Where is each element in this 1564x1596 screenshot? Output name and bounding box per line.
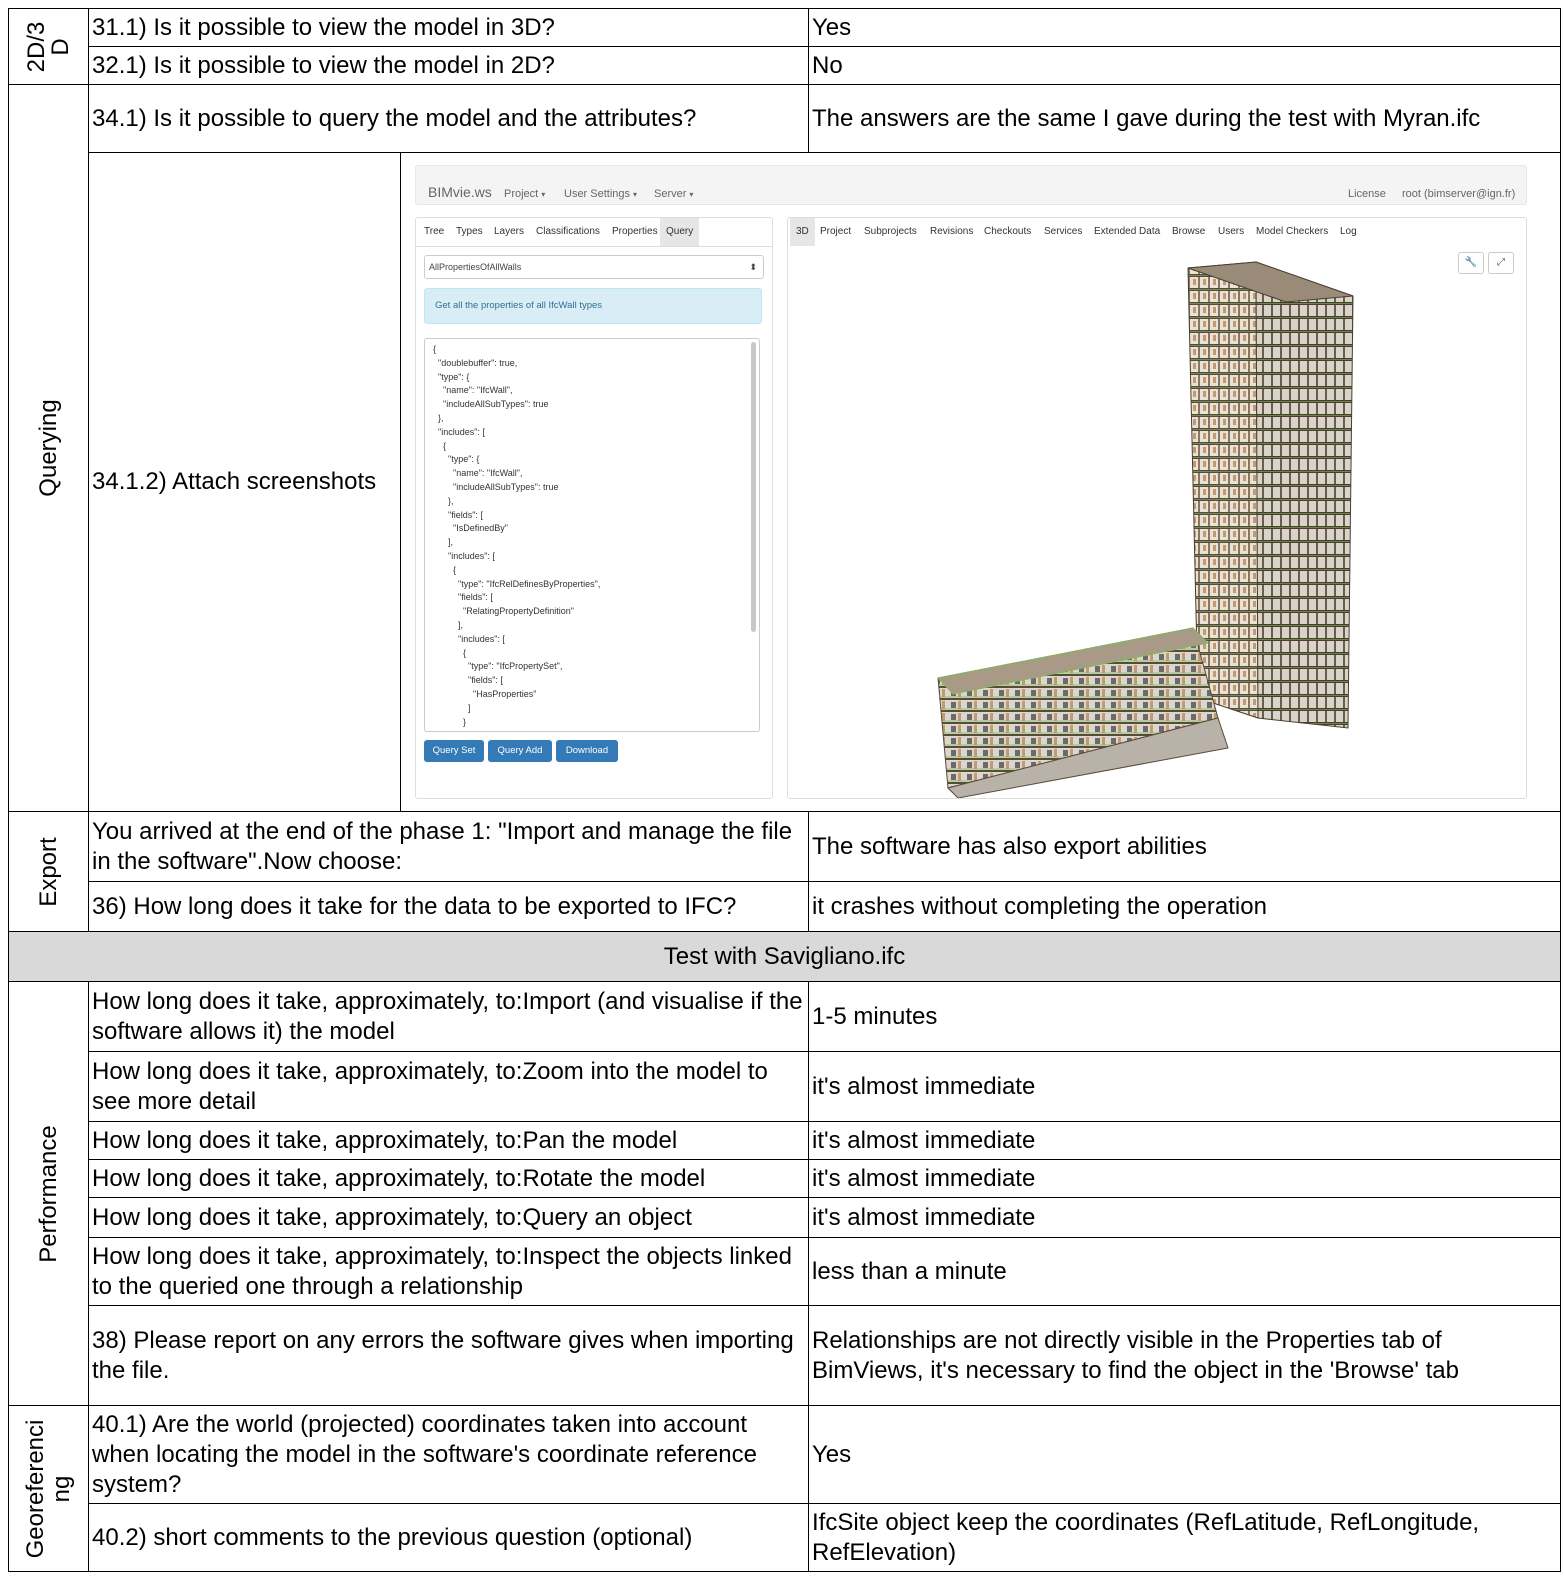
license-link[interactable]: License: [1348, 179, 1386, 209]
question-40-1: 40.1) Are the world (projected) coordina…: [88, 1405, 809, 1504]
tab-layers[interactable]: Layers: [488, 218, 530, 246]
building-3d-model[interactable]: [788, 218, 1526, 798]
caret-down-icon: ▾: [541, 190, 546, 199]
user-menu[interactable]: root (bimserver@ign.fr): [1402, 179, 1515, 209]
menu-server[interactable]: Server ▾: [654, 179, 693, 210]
bimviews-screenshot: BIMvie.ws Project ▾ User Settings ▾ Server…: [401, 153, 1535, 811]
section-export: Export: [8, 811, 89, 932]
menu-project[interactable]: Project ▾: [504, 179, 545, 210]
question-32: 32.1) Is it possible to view the model i…: [88, 46, 809, 85]
answer-34: The answers are the same I gave during t…: [808, 84, 1561, 153]
section-performance: Performance: [8, 981, 89, 1406]
perf-question-zoom: How long does it take, approximately, to…: [88, 1051, 809, 1122]
section-georeferencing-label: Georeferenci ng: [21, 1419, 75, 1558]
tab-types[interactable]: Types: [450, 218, 489, 246]
section-querying: Querying: [8, 84, 89, 812]
perf-answer-pan: it's almost immediate: [808, 1121, 1561, 1160]
caret-down-icon: ▾: [633, 190, 638, 199]
query-json-text: { "doublebuffer": true, "type": { "name"…: [433, 344, 601, 727]
menu-user-settings[interactable]: User Settings ▾: [564, 179, 637, 210]
question-38: 38) Please report on any errors the soft…: [88, 1305, 809, 1406]
perf-answer-query: it's almost immediate: [808, 1197, 1561, 1238]
question-34-1-2: 34.1.2) Attach screenshots: [88, 152, 401, 812]
caret-down-icon: ▾: [689, 190, 694, 199]
answer-36: it crashes without completing the operat…: [808, 881, 1561, 932]
query-select[interactable]: AllPropertiesOfAllWalls ⬍: [424, 255, 764, 279]
query-add-button[interactable]: Query Add: [488, 740, 552, 762]
perf-answer-inspect: less than a minute: [808, 1237, 1561, 1306]
perf-question-pan: How long does it take, approximately, to…: [88, 1121, 809, 1160]
tab-tree[interactable]: Tree: [418, 218, 450, 246]
query-panel: Tree Types Layers Classifications Proper…: [415, 217, 773, 799]
answer-40-2: IfcSite object keep the coordinates (Ref…: [808, 1503, 1561, 1572]
section-querying-label: Querying: [34, 399, 62, 497]
perf-question-query: How long does it take, approximately, to…: [88, 1197, 809, 1238]
questionnaire-sheet: 2D/3 D 31.1) Is it possible to view the …: [8, 8, 1561, 1572]
download-button[interactable]: Download: [556, 740, 618, 762]
screenshot-cell: BIMvie.ws Project ▾ User Settings ▾ Server…: [400, 152, 1561, 812]
brand-logo[interactable]: BIMvie.ws: [428, 177, 492, 207]
section-performance-label: Performance: [34, 1124, 62, 1263]
answer-export: The software has also export abilities: [808, 811, 1561, 882]
question-36: 36) How long does it take for the data t…: [88, 881, 809, 932]
perf-question-import: How long does it take, approximately, to…: [88, 981, 809, 1052]
query-description: Get all the properties of all IfcWall ty…: [424, 288, 762, 324]
select-arrows-icon: ⬍: [749, 262, 757, 272]
query-set-button[interactable]: Query Set: [424, 740, 484, 762]
perf-answer-import: 1-5 minutes: [808, 981, 1561, 1052]
menu-project-label: Project: [504, 188, 539, 200]
section-2d3d: 2D/3 D: [8, 8, 89, 85]
perf-answer-rotate: it's almost immediate: [808, 1159, 1561, 1198]
tab-properties[interactable]: Properties: [606, 218, 664, 246]
menu-user-settings-label: User Settings: [564, 188, 631, 200]
editor-scrollbar[interactable]: [751, 342, 756, 632]
section-2d3d-label: 2D/3 D: [22, 21, 74, 72]
question-34: 34.1) Is it possible to query the model …: [88, 84, 809, 153]
test-band-header: Test with Savigliano.ifc: [8, 931, 1561, 982]
section-georeferencing: Georeferenci ng: [8, 1405, 89, 1572]
tab-classifications[interactable]: Classifications: [530, 218, 606, 246]
answer-38: Relationships are not directly visible i…: [808, 1305, 1561, 1406]
tab-query[interactable]: Query: [660, 218, 700, 246]
navbar: BIMvie.ws Project ▾ User Settings ▾ Server…: [415, 165, 1527, 205]
perf-answer-zoom: it's almost immediate: [808, 1051, 1561, 1122]
left-tabs: Tree Types Layers Classifications Proper…: [416, 218, 772, 247]
question-export: You arrived at the end of the phase 1: "…: [88, 811, 809, 882]
section-export-label: Export: [34, 836, 62, 907]
question-31: 31.1) Is it possible to view the model i…: [88, 8, 809, 47]
perf-question-rotate: How long does it take, approximately, to…: [88, 1159, 809, 1198]
menu-server-label: Server: [654, 188, 687, 200]
answer-31: Yes: [808, 8, 1561, 47]
perf-question-inspect: How long does it take, approximately, to…: [88, 1237, 809, 1306]
question-40-2: 40.2) short comments to the previous que…: [88, 1503, 809, 1572]
query-select-value: AllPropertiesOfAllWalls: [429, 262, 522, 272]
query-json-editor[interactable]: { "doublebuffer": true, "type": { "name"…: [424, 338, 760, 732]
viewer-panel: 3D Project Subprojects Revisions Checkou…: [787, 217, 1527, 799]
answer-40-1: Yes: [808, 1405, 1561, 1504]
answer-32: No: [808, 46, 1561, 85]
questionnaire-table: 2D/3 D 31.1) Is it possible to view the …: [8, 8, 1561, 1572]
